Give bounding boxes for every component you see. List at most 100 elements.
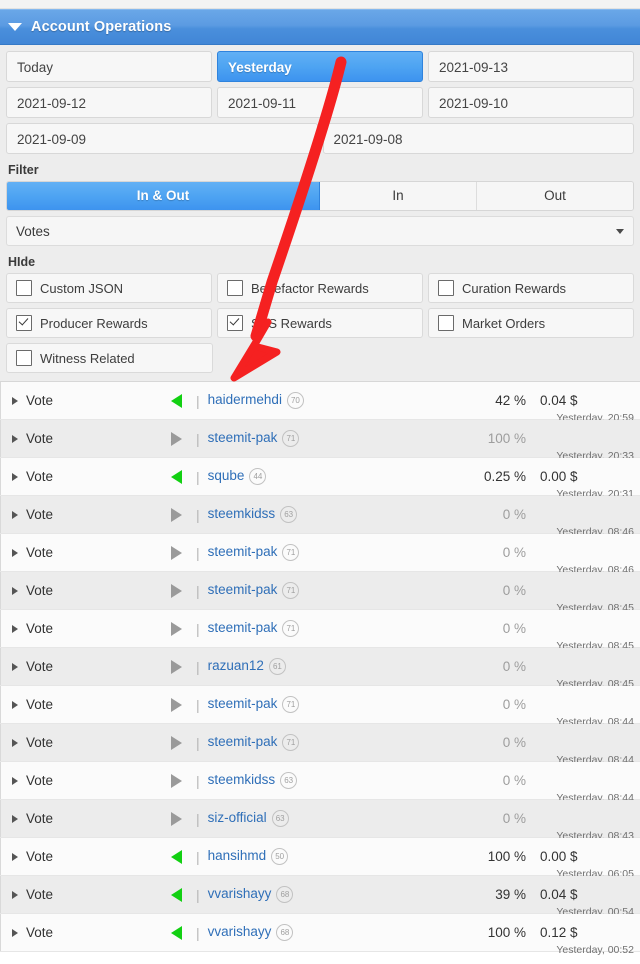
expand-row-triangle-icon[interactable] — [12, 738, 18, 747]
hide-checkbox-row: Witness Related — [6, 343, 634, 373]
expand-row-triangle-icon[interactable] — [12, 586, 18, 595]
account-cell: steemit-pak 71 — [208, 544, 444, 561]
checkbox-unchecked-icon[interactable] — [16, 350, 32, 366]
expand-row-triangle-icon[interactable] — [12, 662, 18, 671]
operation-type: Vote — [26, 925, 54, 940]
expand-row-triangle-icon[interactable] — [12, 510, 18, 519]
account-link[interactable]: steemit-pak — [208, 430, 278, 445]
table-row[interactable]: Vote | hansihmd 50 100 % 0.00 $ Yesterday, 06:… — [0, 838, 640, 880]
table-row[interactable]: Vote | steemit-pak 71 0 % Yesterday, 08:45 — [0, 572, 640, 614]
direction-cell — [158, 925, 194, 940]
vote-percent: 0 % — [502, 621, 526, 636]
date-tab-2021-09-11[interactable]: 2021-09-11 — [217, 87, 423, 118]
account-link[interactable]: vvarishayy — [208, 886, 272, 901]
operation-type-select-value: Votes — [16, 223, 50, 239]
direction-filter-out[interactable]: Out — [477, 182, 633, 210]
account-cell: steemkidss 63 — [208, 506, 444, 523]
account-link[interactable]: steemkidss — [208, 506, 276, 521]
column-divider: | — [196, 468, 200, 485]
expand-row-triangle-icon[interactable] — [12, 624, 18, 633]
direction-filter-in[interactable]: In — [320, 182, 477, 210]
date-tab-2021-09-12[interactable]: 2021-09-12 — [6, 87, 212, 118]
date-tab-today[interactable]: Today — [6, 51, 212, 82]
table-row[interactable]: Vote | steemit-pak 71 0 % Yesterday, 08:45 — [0, 610, 640, 652]
expand-row-triangle-icon[interactable] — [12, 776, 18, 785]
expand-row-triangle-icon[interactable] — [12, 700, 18, 709]
table-row[interactable]: Vote | siz-official 63 0 % Yesterday, 08:43 — [0, 800, 640, 842]
hide-checkbox-witness-related[interactable]: Witness Related — [6, 343, 214, 373]
hide-checkbox-benefactor-rewards[interactable]: Benefactor Rewards — [217, 273, 423, 303]
row-left-rule — [0, 876, 1, 913]
panel-header[interactable]: Account Operations — [0, 9, 640, 45]
date-tab-2021-09-08[interactable]: 2021-09-08 — [322, 123, 634, 154]
checkbox-checked-icon[interactable] — [16, 315, 32, 331]
hide-label: HIde — [8, 255, 36, 269]
expand-row-triangle-icon[interactable] — [12, 890, 18, 899]
account-link[interactable]: vvarishayy — [208, 924, 272, 939]
outgoing-arrow-icon — [170, 507, 182, 522]
row-left-rule — [0, 610, 1, 647]
direction-cell — [158, 697, 194, 712]
row-left-rule — [0, 496, 1, 533]
vote-percent: 100 % — [487, 431, 526, 446]
vote-value-amount: 0.12 $ — [540, 925, 578, 940]
account-link[interactable]: steemit-pak — [208, 544, 278, 559]
table-row[interactable]: Vote | steemkidss 63 0 % Yesterday, 08:46 — [0, 496, 640, 538]
table-row[interactable]: Vote | haidermehdi 70 42 % 0.04 $ Yesterday, 2… — [0, 382, 640, 424]
date-tab-2021-09-13[interactable]: 2021-09-13 — [428, 51, 634, 82]
account-link[interactable]: sqube — [208, 468, 245, 483]
direction-filter-in-out[interactable]: In & Out — [7, 182, 320, 210]
column-divider: | — [196, 848, 200, 865]
table-row[interactable]: Vote | steemit-pak 71 0 % Yesterday, 08:44 — [0, 686, 640, 728]
row-left-rule — [0, 572, 1, 609]
timestamp: Yesterday, 00:52 — [556, 944, 634, 956]
table-row[interactable]: Vote | steemit-pak 71 0 % Yesterday, 08:46 — [0, 534, 640, 576]
expand-row-triangle-icon[interactable] — [12, 472, 18, 481]
checkbox-unchecked-icon[interactable] — [438, 315, 454, 331]
account-link[interactable]: haidermehdi — [208, 392, 282, 407]
table-row[interactable]: Vote | vvarishayy 68 100 % 0.12 $ Yesterday, 0… — [0, 914, 640, 956]
reputation-badge: 70 — [286, 392, 304, 409]
hide-checkbox-producer-rewards[interactable]: Producer Rewards — [6, 308, 212, 338]
hide-checkbox-market-orders[interactable]: Market Orders — [428, 308, 634, 338]
checkbox-unchecked-icon[interactable] — [227, 280, 243, 296]
account-link[interactable]: steemit-pak — [208, 620, 278, 635]
vote-percent: 0 % — [502, 545, 526, 560]
checkbox-unchecked-icon[interactable] — [16, 280, 32, 296]
hide-checkbox-sps-rewards[interactable]: SPS Rewards — [217, 308, 423, 338]
hide-checkbox-row: Producer Rewards SPS Rewards Market Orders — [6, 308, 634, 338]
expand-row-triangle-icon[interactable] — [12, 548, 18, 557]
table-row[interactable]: Vote | sqube 44 0.25 % 0.00 $ Yesterday, 20:31 — [0, 458, 640, 500]
date-tab-2021-09-09[interactable]: 2021-09-09 — [6, 123, 318, 154]
expand-row-triangle-icon[interactable] — [12, 396, 18, 405]
hide-checkbox-custom-json[interactable]: Custom JSON — [6, 273, 212, 303]
expand-row-triangle-icon[interactable] — [12, 852, 18, 861]
checkbox-checked-icon[interactable] — [227, 315, 243, 331]
account-link[interactable]: razuan12 — [208, 658, 264, 673]
account-link[interactable]: steemit-pak — [208, 696, 278, 711]
hide-checkbox-curation-rewards[interactable]: Curation Rewards — [428, 273, 634, 303]
account-link[interactable]: steemkidss — [208, 772, 276, 787]
triangle-down-icon[interactable] — [8, 23, 22, 31]
table-row[interactable]: Vote | steemkidss 63 0 % Yesterday, 08:44 — [0, 762, 640, 804]
account-link[interactable]: siz-official — [208, 810, 267, 825]
date-tab-yesterday[interactable]: Yesterday — [217, 51, 423, 82]
checkbox-unchecked-icon[interactable] — [438, 280, 454, 296]
expand-row-triangle-icon[interactable] — [12, 434, 18, 443]
operation-type: Vote — [26, 431, 54, 446]
table-row[interactable]: Vote | razuan12 61 0 % Yesterday, 08:45 — [0, 648, 640, 690]
date-tab-2021-09-10[interactable]: 2021-09-10 — [428, 87, 634, 118]
account-link[interactable]: steemit-pak — [208, 582, 278, 597]
operation-type: Vote — [26, 659, 54, 674]
column-divider: | — [196, 734, 200, 751]
table-row[interactable]: Vote | vvarishayy 68 39 % 0.04 $ Yesterday, 00… — [0, 876, 640, 918]
operation-type-select[interactable]: Votes — [6, 216, 634, 246]
table-row[interactable]: Vote | steemit-pak 71 0 % Yesterday, 08:44 — [0, 724, 640, 766]
table-row[interactable]: Vote | steemit-pak 71 100 % Yesterday, 20:33 — [0, 420, 640, 462]
expand-row-triangle-icon[interactable] — [12, 814, 18, 823]
account-link[interactable]: hansihmd — [208, 848, 267, 863]
outgoing-arrow-icon — [170, 735, 182, 750]
expand-row-triangle-icon[interactable] — [12, 928, 18, 937]
date-tab-grid: Today Yesterday 2021-09-13 2021-09-12 2021-0… — [6, 51, 634, 154]
account-link[interactable]: steemit-pak — [208, 734, 278, 749]
